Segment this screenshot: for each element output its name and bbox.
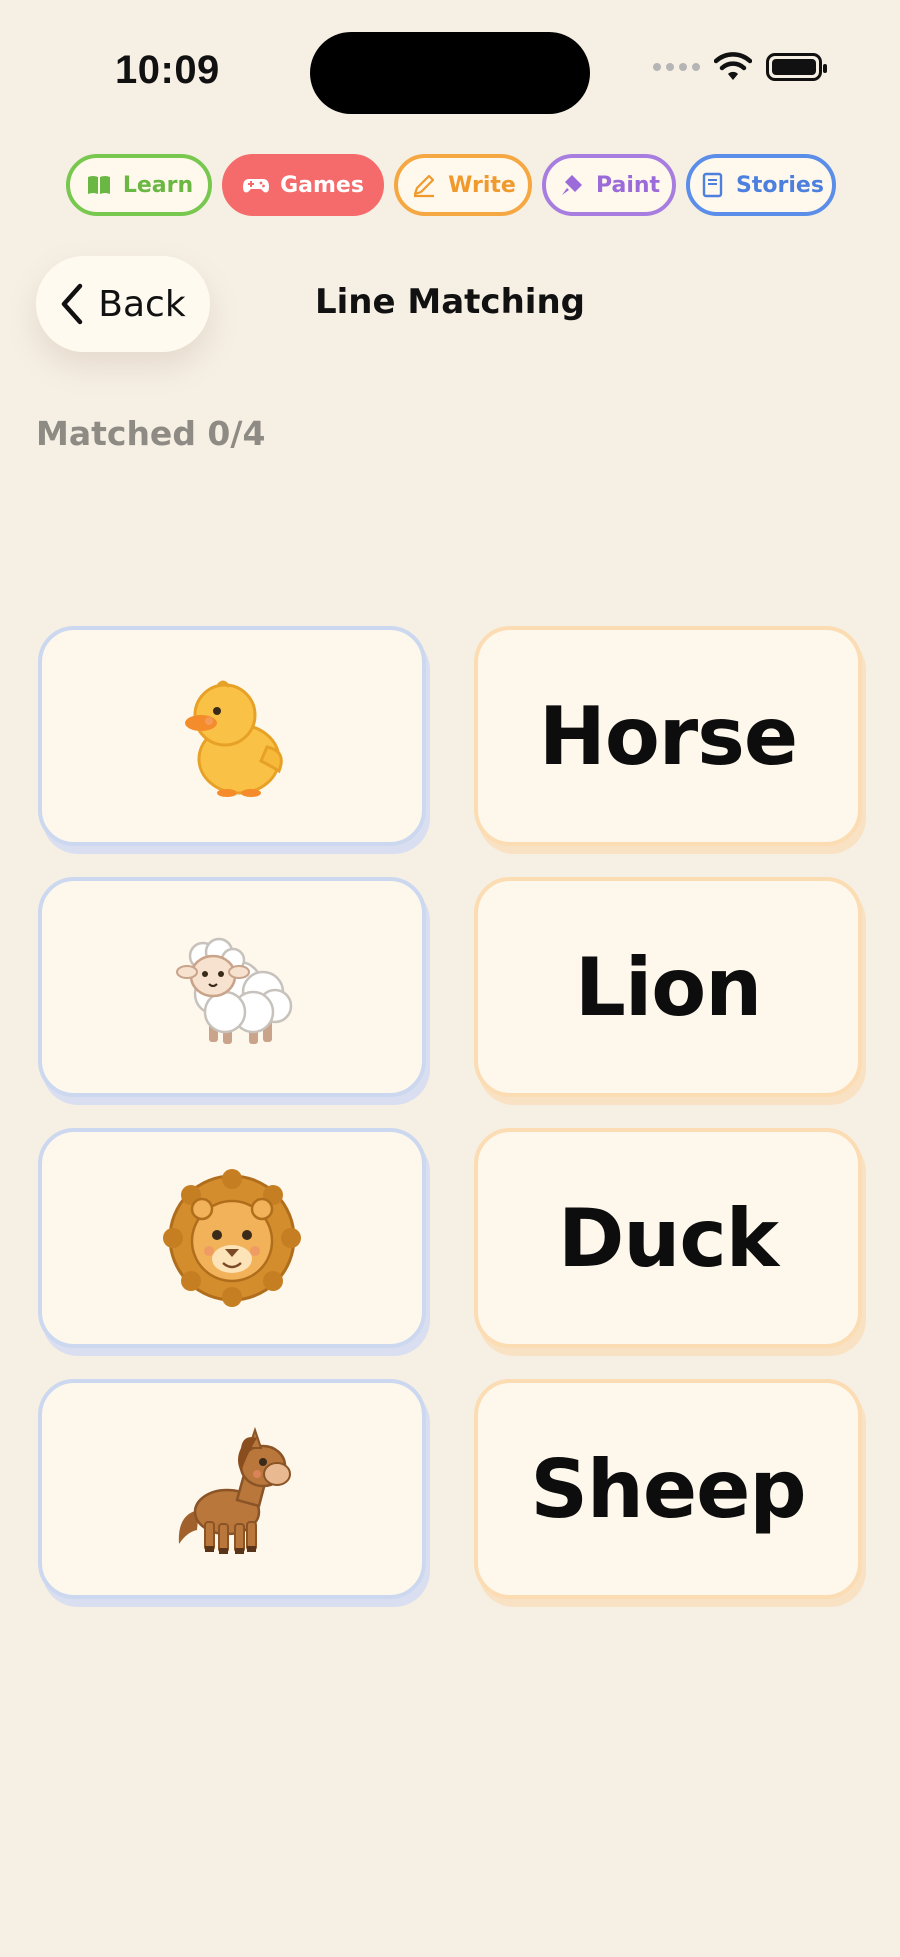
word-card-sheep[interactable]: Sheep <box>474 1379 862 1599</box>
page-title: Line Matching <box>314 282 585 322</box>
tab-learn[interactable]: Learn <box>66 154 212 216</box>
tab-paint[interactable]: Paint <box>542 154 676 216</box>
lion-image <box>163 1169 301 1307</box>
tab-paint-label: Paint <box>595 172 661 198</box>
book-icon <box>87 176 110 194</box>
tab-games[interactable]: Games <box>222 154 384 216</box>
pencil-icon <box>414 174 435 198</box>
storybook-icon <box>702 172 723 198</box>
status-icons <box>653 52 827 82</box>
word-label: Lion <box>574 940 762 1034</box>
battery-icon <box>766 53 827 81</box>
duck-image <box>185 680 283 797</box>
word-label: Sheep <box>530 1442 806 1536</box>
word-card-horse[interactable]: Horse <box>474 626 862 846</box>
horse-image <box>178 1426 291 1554</box>
dynamic-island <box>310 32 590 114</box>
paintbrush-icon <box>561 175 582 195</box>
tab-write[interactable]: Write <box>394 154 532 216</box>
word-card-lion[interactable]: Lion <box>474 877 862 1097</box>
wifi-icon <box>714 52 752 80</box>
picture-card-lion[interactable] <box>38 1128 426 1348</box>
picture-card-horse[interactable] <box>38 1379 426 1599</box>
word-label: Duck <box>558 1191 779 1285</box>
word-label: Horse <box>538 689 798 783</box>
category-nav: Learn Games Write Paint Stories <box>66 154 836 216</box>
tab-games-label: Games <box>280 172 364 198</box>
tab-write-label: Write <box>448 172 516 198</box>
match-progress: Matched 0/4 <box>36 414 266 453</box>
status-time: 10:09 <box>115 48 220 92</box>
tab-stories[interactable]: Stories <box>686 154 836 216</box>
tab-stories-label: Stories <box>736 172 824 198</box>
sheep-image <box>176 937 293 1044</box>
picture-card-duck[interactable] <box>38 626 426 846</box>
gamepad-icon <box>243 179 270 193</box>
tab-learn-label: Learn <box>122 172 194 198</box>
cellular-signal-icon <box>653 63 700 71</box>
word-card-duck[interactable]: Duck <box>474 1128 862 1348</box>
picture-card-sheep[interactable] <box>38 877 426 1097</box>
